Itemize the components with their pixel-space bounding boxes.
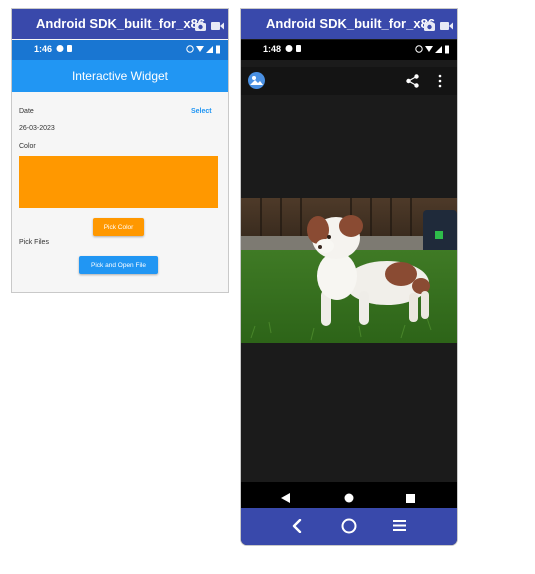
app-title: Interactive Widget bbox=[71, 69, 169, 83]
pick-color-button[interactable]: Pick Color bbox=[93, 218, 144, 236]
app-bar: Interactive Widget bbox=[12, 60, 228, 92]
select-date-button[interactable]: Select bbox=[191, 108, 212, 115]
video-icon[interactable] bbox=[211, 18, 224, 36]
status-system-icons bbox=[186, 44, 224, 56]
status-time: 1:48 bbox=[263, 44, 282, 54]
emulator-title: Android SDK_built_for_x86 bbox=[266, 16, 436, 31]
pick-and-open-file-button[interactable]: Pick and Open File bbox=[79, 256, 158, 274]
home-icon[interactable] bbox=[344, 490, 354, 508]
back-icon[interactable] bbox=[281, 490, 290, 508]
gallery-app-icon[interactable] bbox=[248, 72, 265, 94]
recents-icon[interactable] bbox=[393, 519, 406, 537]
pick-files-label: Pick Files bbox=[19, 239, 49, 246]
date-value: 26-03-2023 bbox=[19, 125, 55, 132]
status-notification-icons bbox=[56, 44, 74, 55]
emulator-window-right: Android SDK_built_for_x86 1:48 bbox=[241, 9, 457, 545]
status-time: 1:46 bbox=[34, 44, 53, 54]
status-bar: 1:48 bbox=[241, 40, 457, 60]
selected-color-preview bbox=[19, 156, 218, 208]
video-icon[interactable] bbox=[440, 18, 453, 36]
emulator-title: Android SDK_built_for_x86 bbox=[36, 16, 206, 31]
emulator-navigation-bar bbox=[241, 508, 457, 545]
share-icon[interactable] bbox=[406, 74, 419, 93]
color-label: Color bbox=[19, 143, 36, 150]
recents-icon[interactable] bbox=[406, 490, 415, 508]
home-icon[interactable] bbox=[341, 518, 357, 539]
image-viewer-toolbar bbox=[241, 67, 457, 95]
android-navigation-bar bbox=[241, 482, 457, 508]
camera-icon[interactable] bbox=[195, 18, 206, 36]
emulator-window-left: Android SDK_built_for_x86 1:46 Interacti… bbox=[12, 9, 228, 292]
date-label: Date bbox=[19, 108, 34, 115]
status-notification-icons bbox=[285, 44, 303, 55]
overflow-menu-icon[interactable] bbox=[438, 74, 442, 93]
status-bar: 1:46 bbox=[12, 40, 228, 60]
status-system-icons bbox=[415, 44, 453, 56]
back-icon[interactable] bbox=[292, 518, 302, 538]
emulator-title-bar: Android SDK_built_for_x86 bbox=[12, 9, 228, 39]
puppy-photo bbox=[241, 198, 457, 343]
emulator-title-bar: Android SDK_built_for_x86 bbox=[241, 9, 457, 39]
camera-icon[interactable] bbox=[424, 18, 435, 36]
